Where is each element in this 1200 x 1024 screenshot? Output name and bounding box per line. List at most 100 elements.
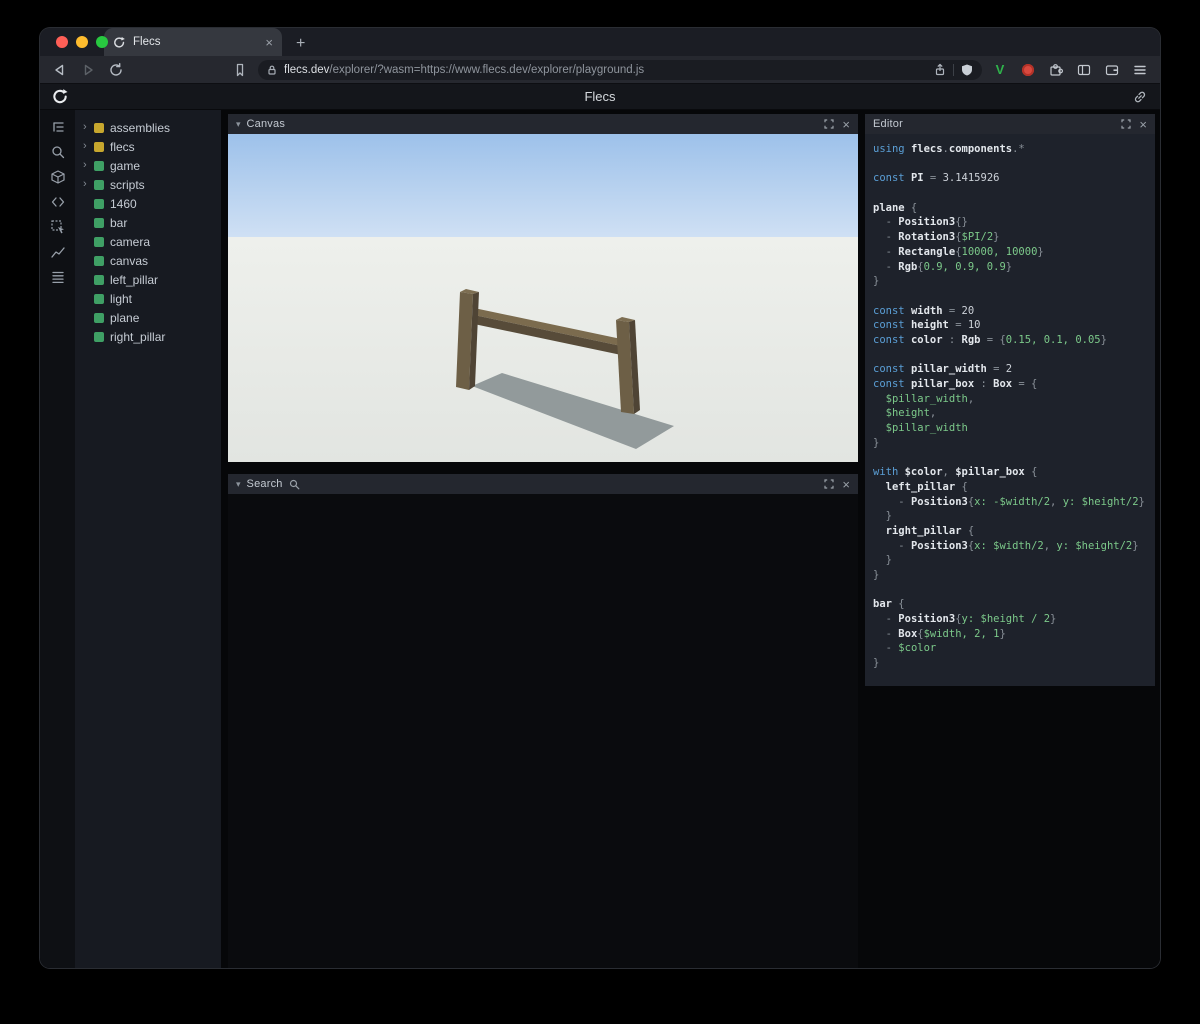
tree-item-label: camera: [110, 234, 151, 249]
expand-icon[interactable]: [1121, 119, 1132, 129]
tree-item-label: right_pillar: [110, 329, 166, 344]
search-results-area[interactable]: [228, 494, 858, 968]
tree-item-assemblies[interactable]: › assemblies: [75, 118, 221, 137]
code-line: }: [873, 657, 880, 670]
expand-arrow-icon[interactable]: ›: [83, 122, 93, 133]
divider: [953, 63, 954, 76]
share-link-icon[interactable]: [1132, 89, 1148, 105]
tree-item-canvas[interactable]: canvas: [75, 251, 221, 270]
expand-arrow-icon[interactable]: ›: [83, 141, 93, 152]
code-line: plane {: [873, 201, 918, 214]
code-line: const width = 20: [873, 304, 975, 317]
desktop: Flecs × + flecs.dev/explorer/?wasm=https…: [0, 0, 1200, 1024]
hierarchy-icon[interactable]: [48, 118, 68, 136]
sky: [228, 134, 858, 237]
code-icon[interactable]: [48, 193, 68, 211]
tree-item-label: left_pillar: [110, 272, 159, 287]
inspect-icon[interactable]: [48, 218, 68, 236]
bookmark-icon[interactable]: [230, 60, 250, 80]
entity-color-swatch-icon: [94, 198, 104, 209]
code-line: with $color, $pillar_box {: [873, 466, 1038, 479]
main-area: › assemblies › flecs › game › scripts 1460 bar cam…: [40, 110, 1160, 968]
entity-color-swatch-icon: [94, 236, 104, 247]
browser-window: Flecs × + flecs.dev/explorer/?wasm=https…: [40, 28, 1160, 968]
search-icon[interactable]: [48, 143, 68, 161]
tree-item-plane[interactable]: plane: [75, 308, 221, 327]
queries-icon[interactable]: [48, 268, 68, 286]
code-line: }: [873, 436, 880, 449]
entity-color-swatch-icon: [94, 331, 104, 342]
flecs-favicon-icon: [114, 36, 125, 48]
tree-item-bar[interactable]: bar: [75, 213, 221, 232]
expand-icon[interactable]: [824, 479, 835, 489]
shield-icon[interactable]: [960, 63, 974, 77]
entity-color-swatch-icon: [94, 122, 104, 133]
close-icon[interactable]: ×: [842, 118, 850, 131]
tree-item-flecs[interactable]: › flecs: [75, 137, 221, 156]
zoom-window-button[interactable]: [96, 36, 108, 48]
expand-icon[interactable]: [824, 119, 835, 129]
forward-button[interactable]: [78, 60, 98, 80]
flecs-logo-icon: [52, 88, 69, 105]
code-line: const color : Rgb = {0.15, 0.1, 0.05}: [873, 333, 1107, 346]
stats-icon[interactable]: [48, 243, 68, 261]
entity-color-swatch-icon: [94, 141, 104, 152]
expand-arrow-icon[interactable]: ›: [83, 179, 93, 190]
code-line: - Position3{y: $height / 2}: [873, 613, 1057, 625]
menu-icon[interactable]: [1130, 60, 1150, 80]
tree-item-right_pillar[interactable]: right_pillar: [75, 327, 221, 346]
collapse-caret-icon[interactable]: ▾: [236, 119, 241, 129]
address-bar[interactable]: flecs.dev/explorer/?wasm=https://www.fle…: [258, 59, 982, 80]
tree-item-label: bar: [110, 215, 128, 230]
code-line: - Position3{}: [873, 216, 968, 229]
sidebar-toggle-icon[interactable]: [1074, 60, 1094, 80]
collapse-caret-icon[interactable]: ▾: [236, 479, 241, 489]
code-line: - Position3{x: -$width/2, y: $height/2}: [873, 495, 1145, 508]
traffic-lights: [56, 36, 108, 48]
tab-bar: Flecs × +: [40, 28, 1160, 56]
close-tab-button[interactable]: ×: [265, 36, 273, 49]
tree-item-label: game: [110, 158, 141, 173]
tab-title: Flecs: [133, 36, 161, 48]
ground-plane: [228, 237, 858, 462]
close-icon[interactable]: ×: [1139, 118, 1147, 131]
minimize-window-button[interactable]: [76, 36, 88, 48]
content-area: ▾ Canvas × ▾ Search × Editor × using fle…: [221, 110, 1160, 968]
canvas-3d-view[interactable]: [228, 134, 858, 462]
back-button[interactable]: [50, 60, 70, 80]
code-line: const pillar_box : Box = {: [873, 378, 1038, 390]
code-line: bar {: [873, 598, 905, 611]
editor-panel-header[interactable]: Editor ×: [865, 114, 1155, 134]
entity-color-swatch-icon: [94, 312, 104, 323]
share-icon[interactable]: [933, 63, 947, 77]
browser-tab[interactable]: Flecs ×: [104, 28, 282, 56]
entity-tree: › assemblies › flecs › game › scripts 1460 bar cam…: [75, 110, 221, 968]
tree-item-label: 1460: [110, 196, 137, 211]
reload-button[interactable]: [106, 60, 126, 80]
search-panel-title: Search: [246, 478, 283, 490]
package-icon[interactable]: [48, 168, 68, 186]
close-icon[interactable]: ×: [842, 478, 850, 491]
code-line: }: [873, 275, 880, 288]
entity-color-swatch-icon: [94, 274, 104, 285]
extensions-puzzle-icon[interactable]: [1046, 60, 1066, 80]
search-panel-header[interactable]: ▾ Search ×: [228, 474, 858, 494]
page-title: Flecs: [584, 89, 616, 104]
url-path: /explorer/?wasm=https://www.flecs.dev/ex…: [329, 63, 645, 76]
tree-item-game[interactable]: › game: [75, 156, 221, 175]
wallet-icon[interactable]: [1102, 60, 1122, 80]
entity-color-swatch-icon: [94, 293, 104, 304]
extension-red-icon[interactable]: [1018, 60, 1038, 80]
tree-item-light[interactable]: light: [75, 289, 221, 308]
close-window-button[interactable]: [56, 36, 68, 48]
code-editor[interactable]: using flecs.components.* const PI = 3.14…: [865, 134, 1155, 686]
expand-arrow-icon[interactable]: ›: [83, 160, 93, 171]
tree-item-left_pillar[interactable]: left_pillar: [75, 270, 221, 289]
tree-item-camera[interactable]: camera: [75, 232, 221, 251]
canvas-panel-header[interactable]: ▾ Canvas ×: [228, 114, 858, 134]
tree-item-scripts[interactable]: › scripts: [75, 175, 221, 194]
tree-item-1460[interactable]: 1460: [75, 194, 221, 213]
extension-v-icon[interactable]: V: [990, 60, 1010, 80]
new-tab-button[interactable]: +: [296, 36, 305, 52]
